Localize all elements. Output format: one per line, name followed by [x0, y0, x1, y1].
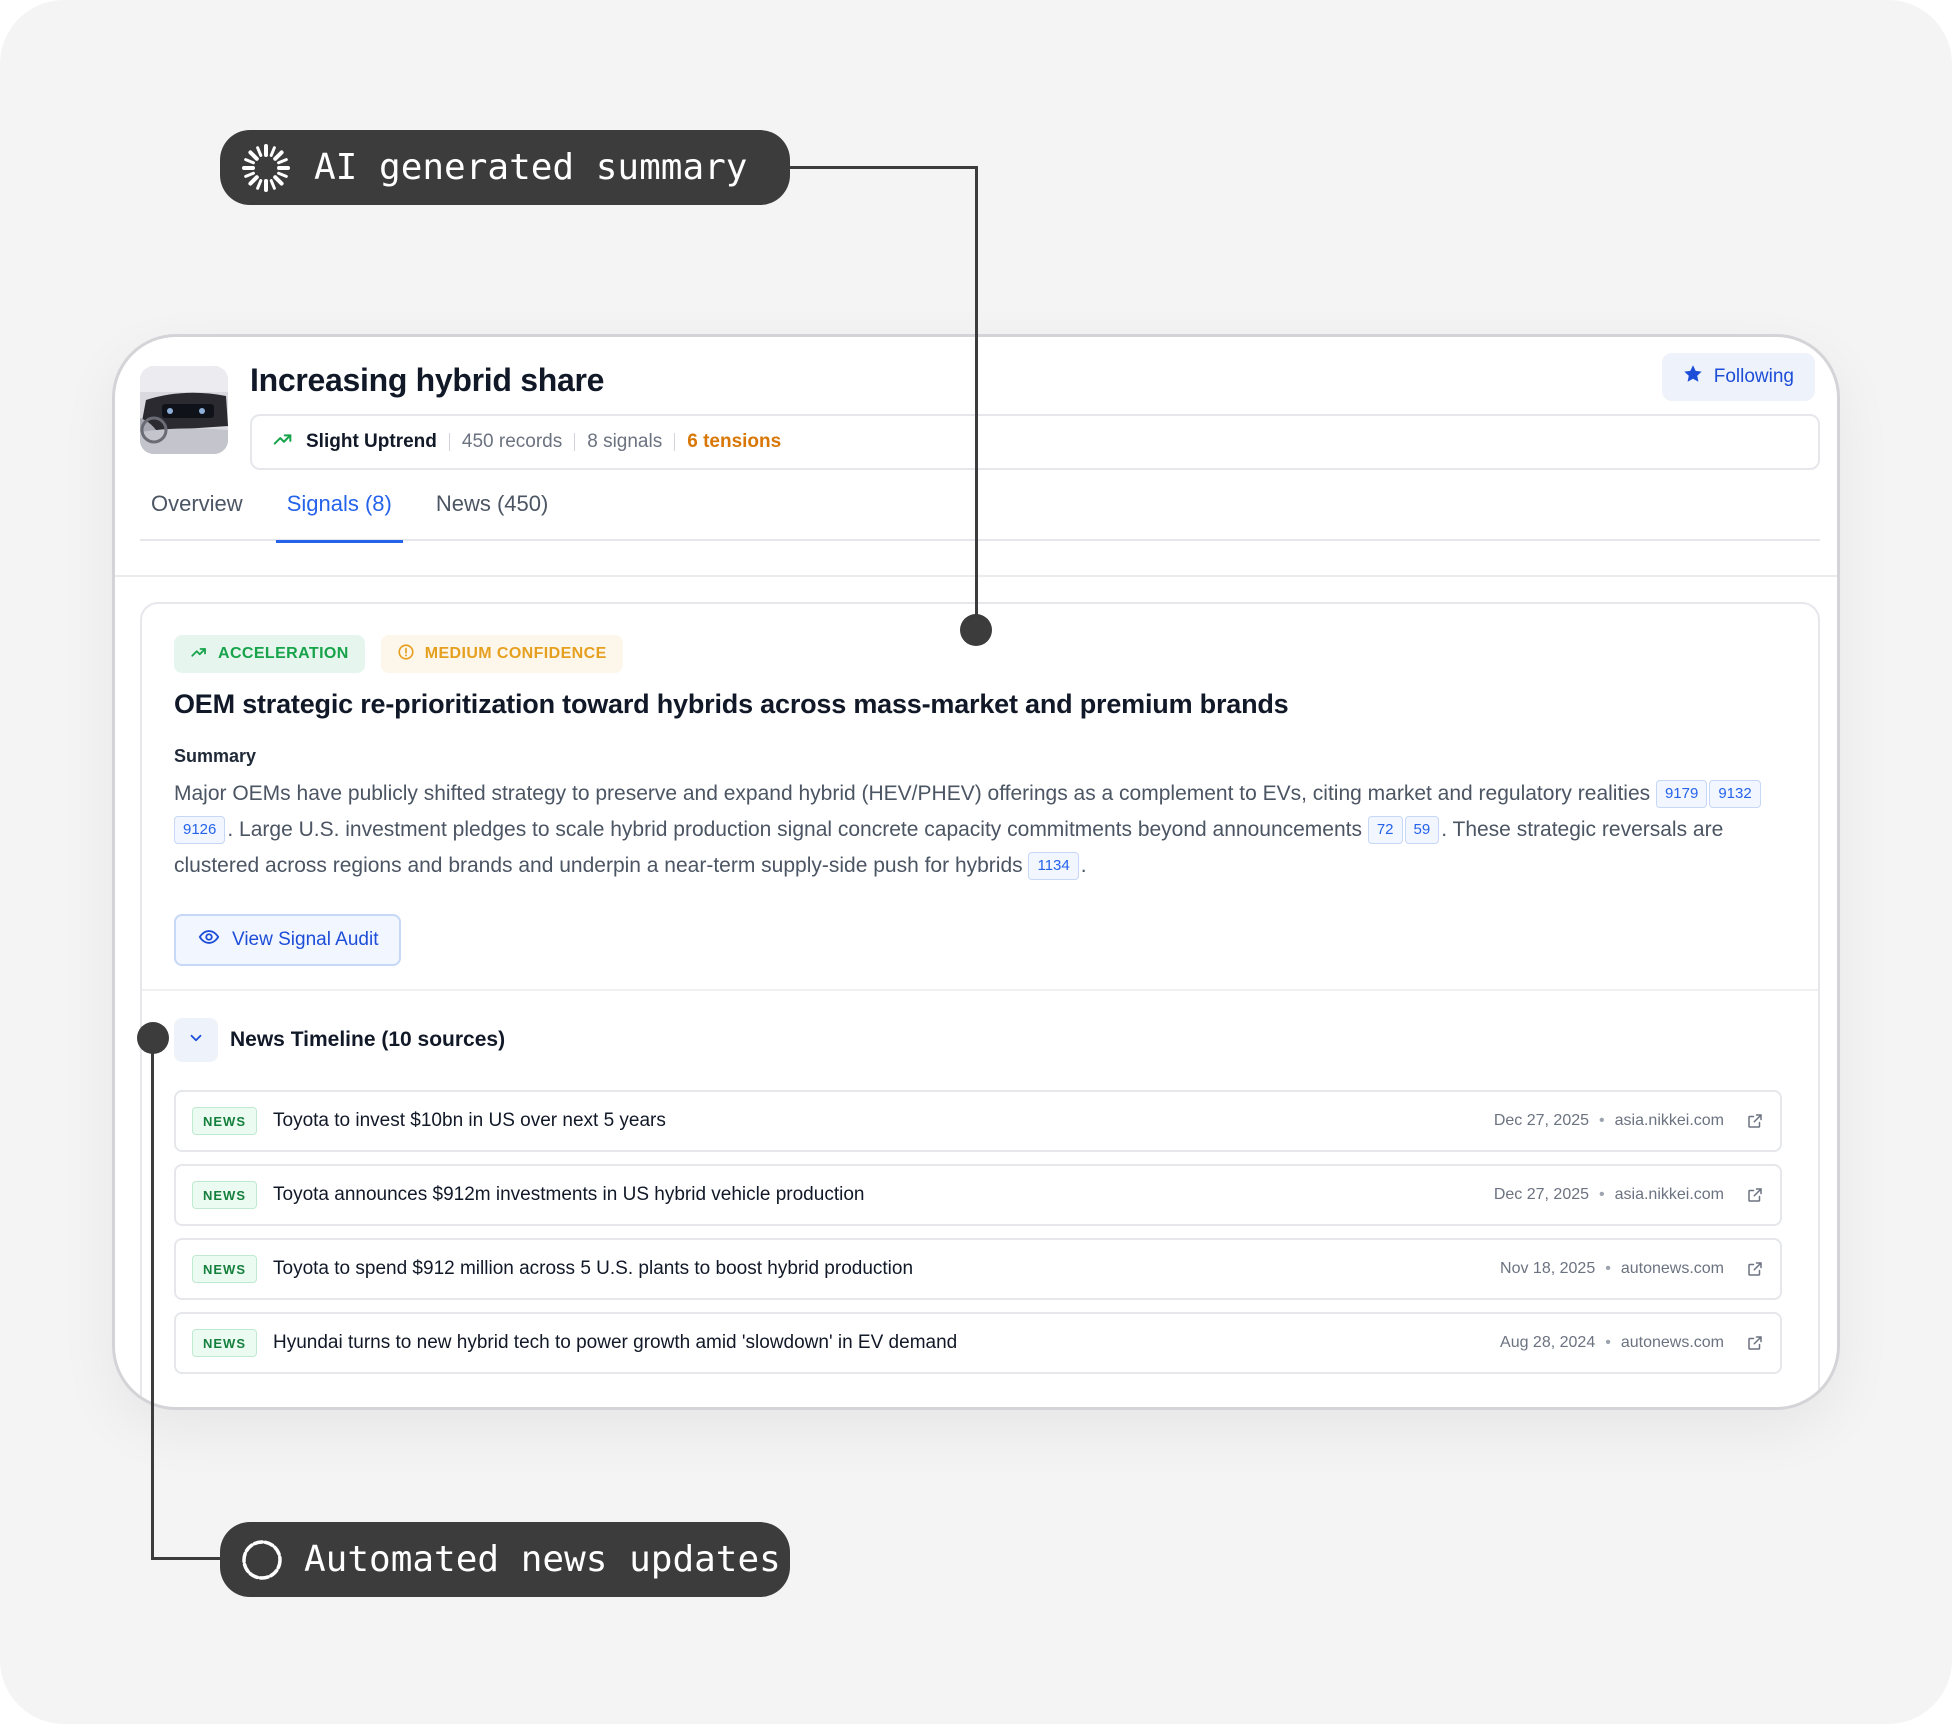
news-item-title[interactable]: Toyota to invest $10bn in US over next 5… [273, 1110, 666, 1132]
connector-top-horizontal [785, 166, 978, 169]
external-link-icon[interactable] [1744, 1258, 1766, 1280]
trending-up-icon [272, 428, 294, 456]
news-item-title[interactable]: Toyota to spend $912 million across 5 U.… [273, 1258, 913, 1280]
meta-separator [674, 433, 676, 451]
sparkle-loader-icon [240, 142, 292, 194]
news-item-meta: Dec 27, 2025 • asia.nikkei.com [1494, 1166, 1766, 1224]
confidence-badge-label: MEDIUM CONFIDENCE [424, 645, 607, 662]
summary-text-part: . Large U.S. investment pledges to scale… [227, 818, 1368, 841]
confidence-badge: MEDIUM CONFIDENCE [380, 635, 623, 673]
news-item-date: Dec 27, 2025 [1493, 1186, 1590, 1203]
news-item-source: autonews.com [1620, 1260, 1724, 1277]
news-item-source: autonews.com [1620, 1334, 1724, 1351]
news-updates-callout: Automated news updates [220, 1522, 790, 1597]
news-tag: NEWS [192, 1329, 257, 1357]
canvas: AI generated summary Automated news upda… [0, 0, 1952, 1724]
topic-meta-bar: Slight Uptrend 450 records 8 signals 6 t… [250, 414, 1820, 470]
meta-bullet: • [1605, 1334, 1611, 1351]
news-tag: NEWS [192, 1255, 257, 1283]
news-item-source: asia.nikkei.com [1614, 1186, 1724, 1203]
citation-ref[interactable]: 59 [1404, 816, 1440, 845]
view-signal-audit-label: View Signal Audit [232, 929, 379, 950]
meta-bullet: • [1605, 1260, 1611, 1277]
summary-text: Major OEMs have publicly shifted strateg… [174, 776, 1794, 884]
news-item-meta: Dec 27, 2025 • asia.nikkei.com [1494, 1092, 1766, 1150]
signal-card: ACCELERATION MEDIUM CONFIDENCE OEM strat… [140, 602, 1820, 1407]
news-item[interactable]: NEWS Toyota to spend $912 million across… [174, 1238, 1782, 1300]
following-button-label: Following [1713, 366, 1794, 387]
tab-signals[interactable]: Signals (8) [275, 485, 403, 543]
news-item-meta: Aug 28, 2024 • autonews.com [1500, 1314, 1766, 1372]
acceleration-badge-label: ACCELERATION [218, 645, 349, 662]
external-link-icon[interactable] [1744, 1184, 1766, 1206]
meta-separator [574, 433, 576, 451]
acceleration-badge: ACCELERATION [174, 635, 365, 673]
connector-bottom-vertical [151, 1038, 154, 1560]
signals-count: 8 signals [587, 431, 663, 452]
ai-summary-callout-label: AI generated summary [314, 147, 748, 188]
ai-summary-callout: AI generated summary [220, 130, 790, 205]
connector-top-vertical [975, 166, 978, 632]
meta-separator [448, 433, 450, 451]
citation-ref[interactable]: 9126 [174, 816, 226, 845]
news-timeline-list: NEWS Toyota to invest $10bn in US over n… [174, 1090, 1782, 1386]
tensions-count[interactable]: 6 tensions [687, 431, 781, 453]
eye-icon [198, 926, 220, 954]
topic-thumbnail [140, 366, 228, 454]
following-button[interactable]: Following [1661, 353, 1815, 401]
news-item-title[interactable]: Hyundai turns to new hybrid tech to powe… [273, 1332, 957, 1354]
citation-ref[interactable]: 72 [1367, 816, 1403, 845]
topic-title: Increasing hybrid share [250, 362, 605, 398]
news-updates-callout-label: Automated news updates [304, 1539, 781, 1580]
news-item-date: Dec 27, 2025 [1493, 1112, 1590, 1129]
summary-text-part: Major OEMs have publicly shifted strateg… [174, 782, 1656, 805]
news-item-source: asia.nikkei.com [1614, 1112, 1724, 1129]
connector-dot-top [960, 614, 992, 646]
signal-title: OEM strategic re-prioritization toward h… [174, 689, 1289, 719]
summary-text-part: . [1080, 854, 1087, 877]
citation-ref[interactable]: 1134 [1028, 852, 1079, 881]
news-tag: NEWS [192, 1107, 257, 1135]
external-link-icon[interactable] [1744, 1110, 1766, 1132]
citation-ref[interactable]: 9179 [1655, 780, 1708, 809]
tab-bar: Overview Signals (8) News (450) [140, 485, 1820, 543]
news-item[interactable]: NEWS Toyota announces $912m investments … [174, 1164, 1782, 1226]
signal-badges: ACCELERATION MEDIUM CONFIDENCE [174, 635, 623, 673]
news-item[interactable]: NEWS Toyota to invest $10bn in US over n… [174, 1090, 1782, 1152]
news-timeline-header: News Timeline (10 sources) [174, 1018, 505, 1062]
external-link-icon[interactable] [1744, 1332, 1766, 1354]
signal-divider [142, 989, 1818, 991]
connector-bottom-horizontal [151, 1557, 226, 1560]
meta-bullet: • [1599, 1186, 1605, 1203]
news-item-date: Nov 18, 2025 [1500, 1260, 1596, 1277]
news-tag: NEWS [192, 1181, 257, 1209]
trend-label: Slight Uptrend [306, 431, 437, 452]
records-count: 450 records [461, 431, 563, 452]
timeline-toggle-button[interactable] [174, 1018, 218, 1062]
chevron-down-icon [187, 1029, 205, 1052]
tab-news[interactable]: News (450) [425, 485, 559, 541]
dashed-circle-icon [238, 1536, 286, 1584]
news-item-meta: Nov 18, 2025 • autonews.com [1500, 1240, 1766, 1298]
connector-dot-bottom [137, 1022, 169, 1054]
news-item-date: Aug 28, 2024 [1500, 1334, 1596, 1351]
summary-label: Summary [174, 746, 257, 766]
star-icon [1682, 363, 1704, 391]
view-signal-audit-button[interactable]: View Signal Audit [174, 914, 402, 966]
citation-ref[interactable]: 9132 [1709, 780, 1761, 809]
news-item-title[interactable]: Toyota announces $912m investments in US… [273, 1184, 864, 1206]
tab-overview[interactable]: Overview [140, 485, 254, 541]
trending-up-icon [190, 643, 208, 666]
meta-bullet: • [1599, 1112, 1605, 1129]
news-timeline-title: News Timeline (10 sources) [230, 1028, 506, 1051]
alert-circle-icon [397, 643, 415, 666]
news-item[interactable]: NEWS Hyundai turns to new hybrid tech to… [174, 1312, 1782, 1374]
